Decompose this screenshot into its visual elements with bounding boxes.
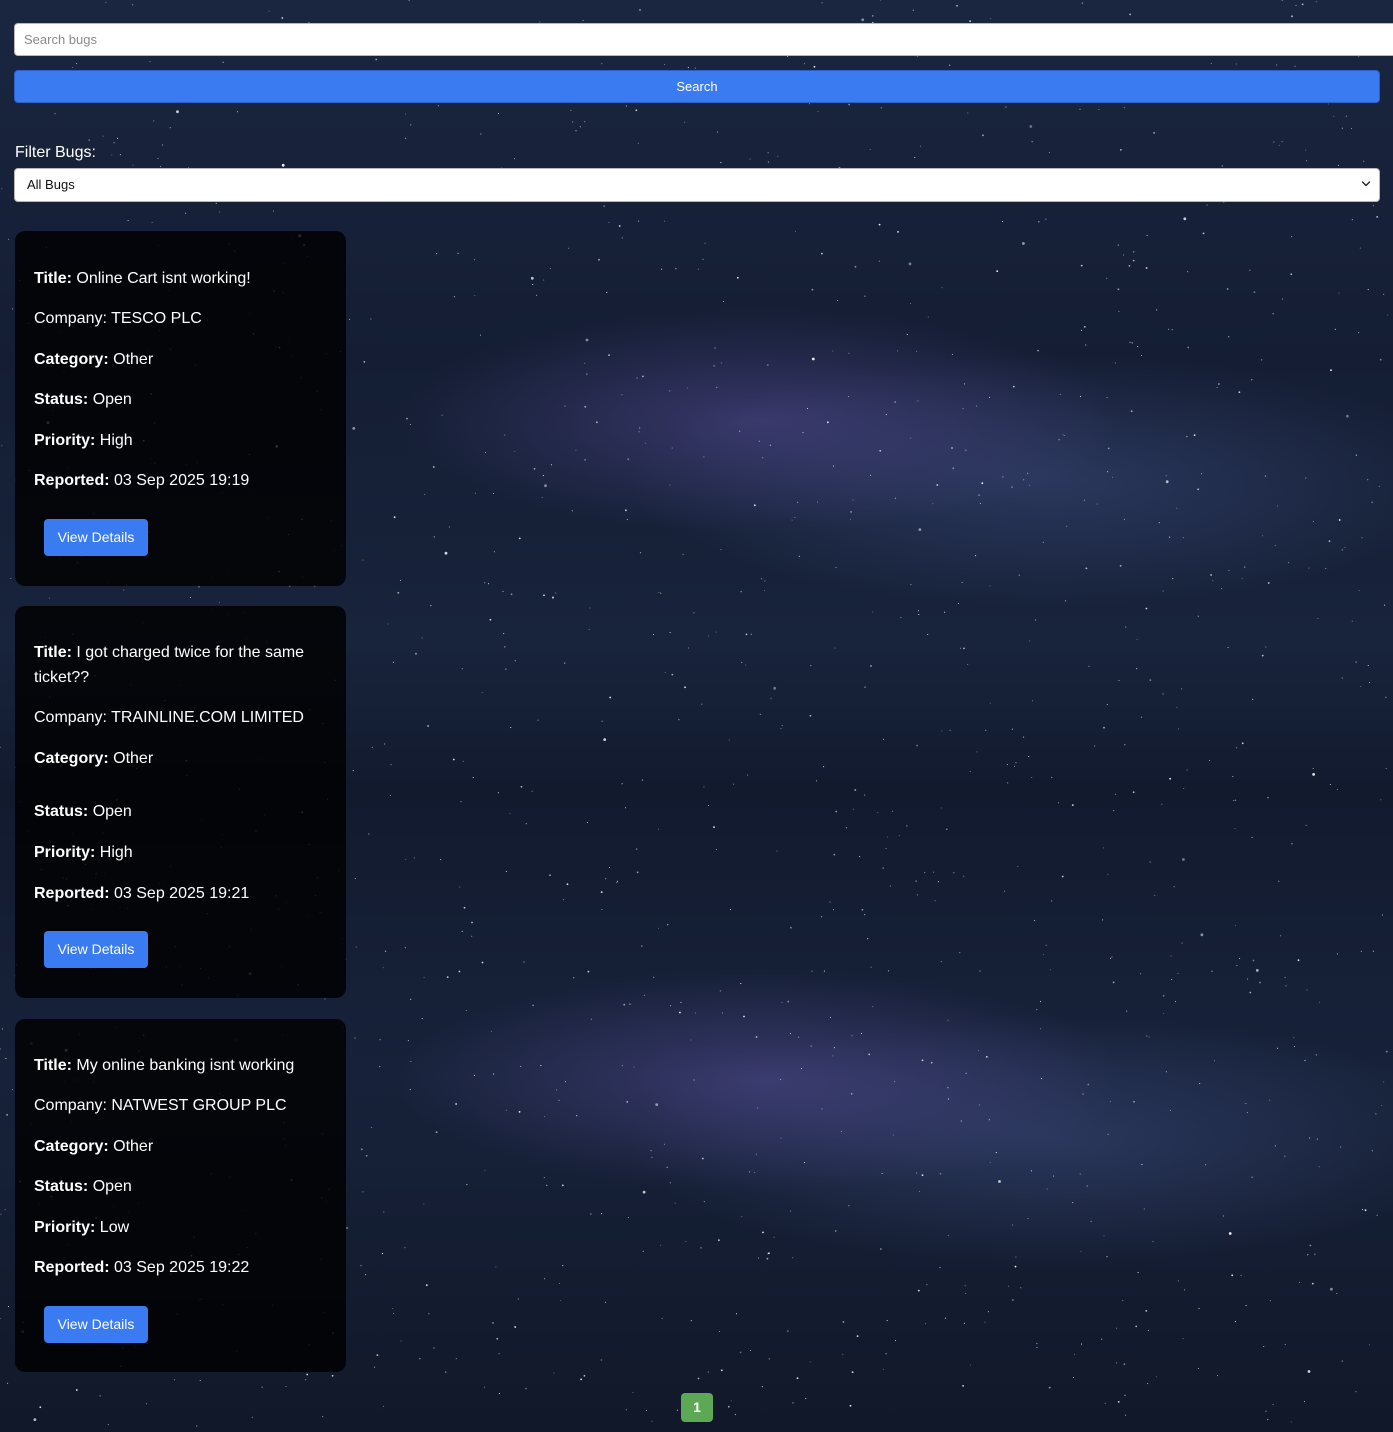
- bug-priority-label: Priority:: [34, 1219, 96, 1236]
- bug-status: Open: [92, 803, 132, 820]
- bug-status: Open: [92, 1178, 132, 1195]
- filter-selected-value: All Bugs: [27, 177, 75, 192]
- view-details-button[interactable]: View Details: [44, 931, 148, 968]
- bug-category-label: Category:: [34, 351, 109, 368]
- bug-status-label: Status:: [34, 391, 89, 408]
- bug-company-row: Company: TRAINLINE.COM LIMITED: [34, 705, 324, 730]
- bug-company-label: Company:: [34, 310, 107, 327]
- bug-company-label: Company:: [34, 1097, 107, 1114]
- bug-company-row: Company: NATWEST GROUP PLC: [34, 1093, 324, 1118]
- bug-title: My online banking isnt working: [76, 1057, 295, 1074]
- search-button[interactable]: Search: [14, 70, 1380, 103]
- search-input[interactable]: [14, 23, 1393, 56]
- bug-reported: 03 Sep 2025 19:22: [114, 1259, 250, 1276]
- filter-select[interactable]: All Bugs: [14, 168, 1380, 202]
- bug-category: Other: [113, 351, 154, 368]
- bug-card: Title: My online banking isnt working Co…: [15, 1019, 346, 1372]
- view-details-button[interactable]: View Details: [44, 519, 148, 556]
- bug-priority: High: [99, 432, 133, 449]
- view-details-button[interactable]: View Details: [44, 1306, 148, 1343]
- bug-card: Title: Online Cart isnt working! Company…: [15, 231, 346, 586]
- bug-company-label: Company:: [34, 709, 107, 726]
- bug-reported: 03 Sep 2025 19:21: [114, 885, 250, 902]
- bug-card: Title: I got charged twice for the same …: [15, 606, 346, 998]
- bug-status: Open: [92, 391, 132, 408]
- bug-priority-label: Priority:: [34, 844, 96, 861]
- bug-priority-label: Priority:: [34, 432, 96, 449]
- bug-priority-row: Priority: Low: [34, 1215, 324, 1240]
- bug-category-label: Category:: [34, 1138, 109, 1155]
- bug-reported-row: Reported: 03 Sep 2025 19:19: [34, 468, 324, 493]
- bug-title-label: Title:: [34, 644, 72, 661]
- bug-reported-row: Reported: 03 Sep 2025 19:21: [34, 881, 324, 906]
- bug-status-row: Status: Open: [34, 387, 324, 412]
- bug-priority: High: [99, 844, 133, 861]
- bug-title-row: Title: I got charged twice for the same …: [34, 640, 324, 690]
- bug-company: NATWEST GROUP PLC: [111, 1097, 287, 1114]
- bug-reported: 03 Sep 2025 19:19: [114, 472, 250, 489]
- bug-category: Other: [113, 750, 154, 767]
- bug-title: Online Cart isnt working!: [76, 270, 251, 287]
- bug-category-row: Category: Other: [34, 347, 324, 372]
- bug-category: Other: [113, 1138, 154, 1155]
- bug-title-row: Title: My online banking isnt working: [34, 1053, 324, 1078]
- bug-reported-label: Reported:: [34, 472, 110, 489]
- bug-title-row: Title: Online Cart isnt working!: [34, 266, 324, 291]
- bug-company-row: Company: TESCO PLC: [34, 306, 324, 331]
- bug-reported-label: Reported:: [34, 885, 110, 902]
- bug-priority-row: Priority: High: [34, 428, 324, 453]
- bug-category-row: Category: Other: [34, 746, 324, 771]
- bug-category-label: Category:: [34, 750, 109, 767]
- bug-priority: Low: [99, 1219, 130, 1236]
- bug-priority-row: Priority: High: [34, 840, 324, 865]
- pagination-page-button[interactable]: 1: [681, 1393, 713, 1422]
- bug-company: TRAINLINE.COM LIMITED: [111, 709, 304, 726]
- bug-status-label: Status:: [34, 803, 89, 820]
- filter-label: Filter Bugs:: [15, 144, 96, 161]
- bug-reported-label: Reported:: [34, 1259, 110, 1276]
- bug-company: TESCO PLC: [111, 310, 202, 327]
- bug-title-label: Title:: [34, 270, 72, 287]
- chevron-down-icon: [1361, 181, 1371, 187]
- bug-title-label: Title:: [34, 1057, 72, 1074]
- bug-category-row: Category: Other: [34, 1134, 324, 1159]
- bug-status-label: Status:: [34, 1178, 89, 1195]
- bug-status-row: Status: Open: [34, 1174, 324, 1199]
- bug-status-row: Status: Open: [34, 799, 324, 824]
- bug-reported-row: Reported: 03 Sep 2025 19:22: [34, 1255, 324, 1280]
- bug-title: I got charged twice for the same ticket?…: [34, 644, 305, 686]
